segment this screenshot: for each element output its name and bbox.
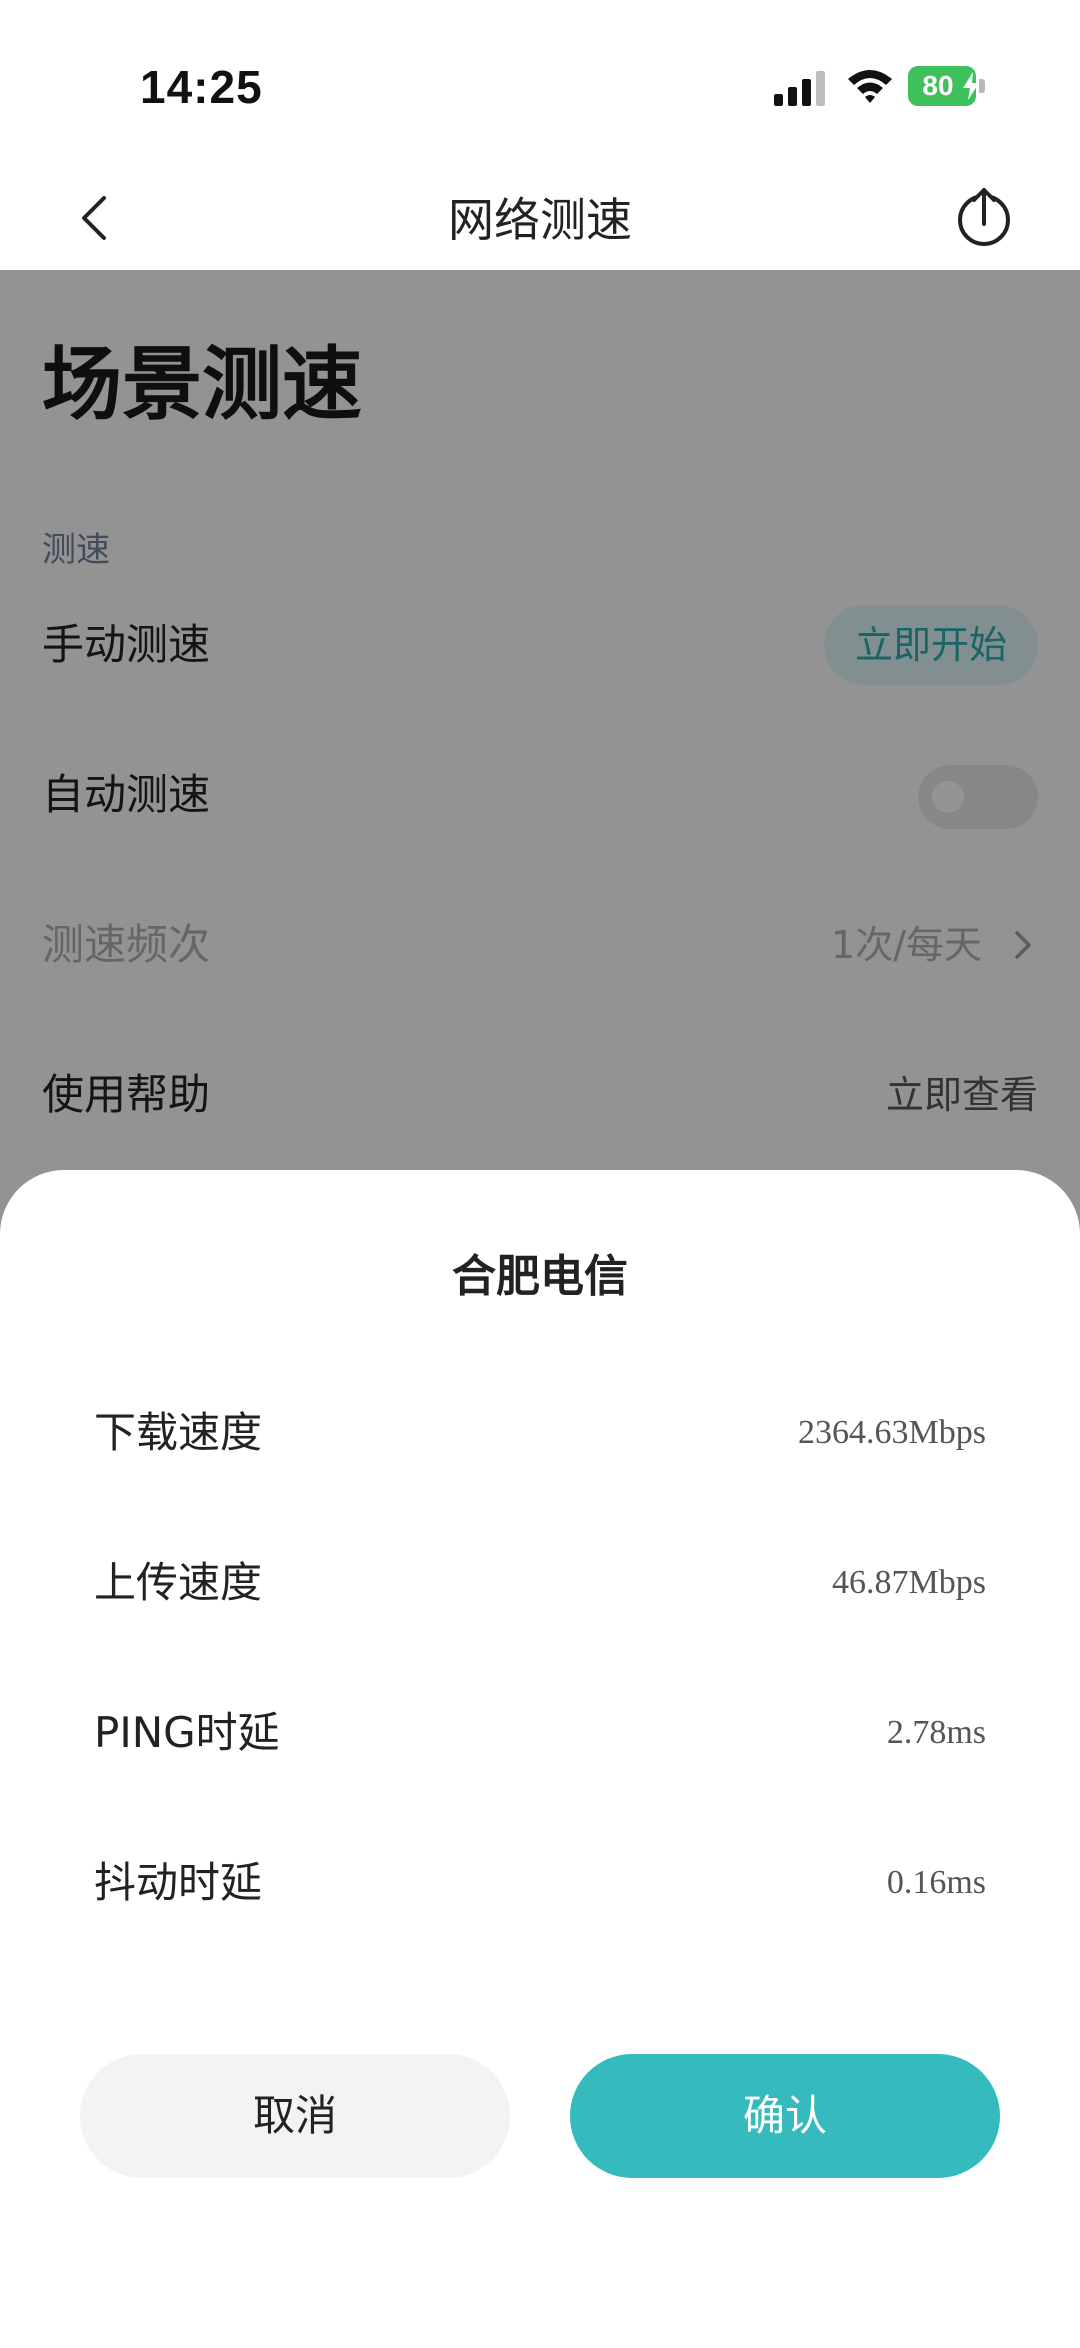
status-bar: 14:25 80 xyxy=(0,0,1080,170)
battery-percent: 80 xyxy=(922,70,954,101)
cellular-signal-icon xyxy=(774,71,825,106)
result-bottom-sheet: 合肥电信 下载速度 2364.63Mbps 上传速度 46.87Mbps PIN… xyxy=(0,1170,1080,2348)
share-upload-icon[interactable] xyxy=(952,180,1016,252)
jitter-latency-row: 抖动时延 0.16ms xyxy=(0,1808,1080,1958)
ping-latency-row: PING时延 2.78ms xyxy=(0,1658,1080,1808)
metric-label: 下载速度 xyxy=(94,1408,263,1457)
modal-backdrop[interactable] xyxy=(0,270,1080,1270)
confirm-button[interactable]: 确认 xyxy=(570,2054,1000,2178)
charging-bolt-icon xyxy=(963,72,979,100)
wifi-icon xyxy=(848,70,892,103)
status-time: 14:25 xyxy=(140,61,263,113)
metric-label: 上传速度 xyxy=(94,1558,263,1607)
metric-value: 2364.63Mbps xyxy=(798,1414,986,1451)
cancel-button[interactable]: 取消 xyxy=(80,2054,510,2178)
metric-value: 2.78ms xyxy=(886,1714,986,1751)
sheet-title: 合肥电信 xyxy=(452,1251,628,1302)
chevron-left-icon[interactable] xyxy=(62,182,134,254)
metric-value: 46.87Mbps xyxy=(832,1564,986,1601)
battery-icon: 80 xyxy=(908,66,986,108)
battery-cap xyxy=(979,79,985,93)
metric-value: 0.16ms xyxy=(886,1864,986,1901)
download-speed-row: 下载速度 2364.63Mbps xyxy=(0,1358,1080,1508)
page-title: 网络测速 xyxy=(448,193,632,247)
metric-label: PING时延 xyxy=(94,1708,280,1757)
nav-bar: 网络测速 xyxy=(0,170,1080,270)
metric-label: 抖动时延 xyxy=(94,1858,263,1907)
upload-speed-row: 上传速度 46.87Mbps xyxy=(0,1508,1080,1658)
